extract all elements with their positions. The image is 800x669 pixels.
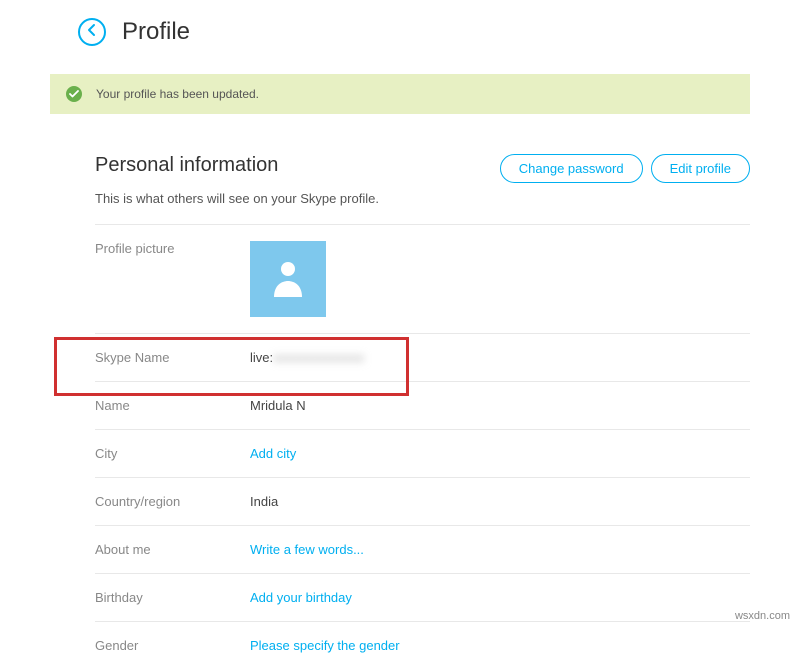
row-profile-picture: Profile picture xyxy=(95,224,750,333)
section-title: Personal information xyxy=(95,154,278,177)
add-birthday-link[interactable]: Add your birthday xyxy=(250,590,352,605)
edit-profile-button[interactable]: Edit profile xyxy=(651,154,750,183)
row-label: City xyxy=(95,446,250,461)
about-link[interactable]: Write a few words... xyxy=(250,542,364,557)
row-label: About me xyxy=(95,542,250,557)
row-about: About me Write a few words... xyxy=(95,525,750,573)
person-icon xyxy=(270,257,306,302)
row-label: Birthday xyxy=(95,590,250,605)
page-title: Profile xyxy=(122,18,190,46)
row-label: Profile picture xyxy=(95,241,250,256)
avatar[interactable] xyxy=(250,241,326,317)
notification-text: Your profile has been updated. xyxy=(96,87,259,101)
country-value: India xyxy=(250,494,278,509)
gender-link[interactable]: Please specify the gender xyxy=(250,638,400,653)
row-skype-name: Skype Name live:xxxxxxxxxxxxxx xyxy=(95,333,750,381)
watermark: wsxdn.com xyxy=(735,610,790,622)
row-country: Country/region India xyxy=(95,477,750,525)
skype-name-value: live:xxxxxxxxxxxxxx xyxy=(250,350,364,365)
check-icon xyxy=(66,86,82,102)
notification-bar: Your profile has been updated. xyxy=(50,74,750,114)
back-button[interactable] xyxy=(78,18,106,46)
change-password-button[interactable]: Change password xyxy=(500,154,643,183)
row-label: Country/region xyxy=(95,494,250,509)
section-desc: This is what others will see on your Sky… xyxy=(95,191,750,206)
arrow-left-icon xyxy=(85,23,99,42)
row-name: Name Mridula N xyxy=(95,381,750,429)
row-label: Skype Name xyxy=(95,350,250,365)
row-gender: Gender Please specify the gender xyxy=(95,621,750,669)
add-city-link[interactable]: Add city xyxy=(250,446,296,461)
row-city: City Add city xyxy=(95,429,750,477)
name-value: Mridula N xyxy=(250,398,306,413)
row-label: Gender xyxy=(95,638,250,653)
row-birthday: Birthday Add your birthday xyxy=(95,573,750,621)
row-label: Name xyxy=(95,398,250,413)
